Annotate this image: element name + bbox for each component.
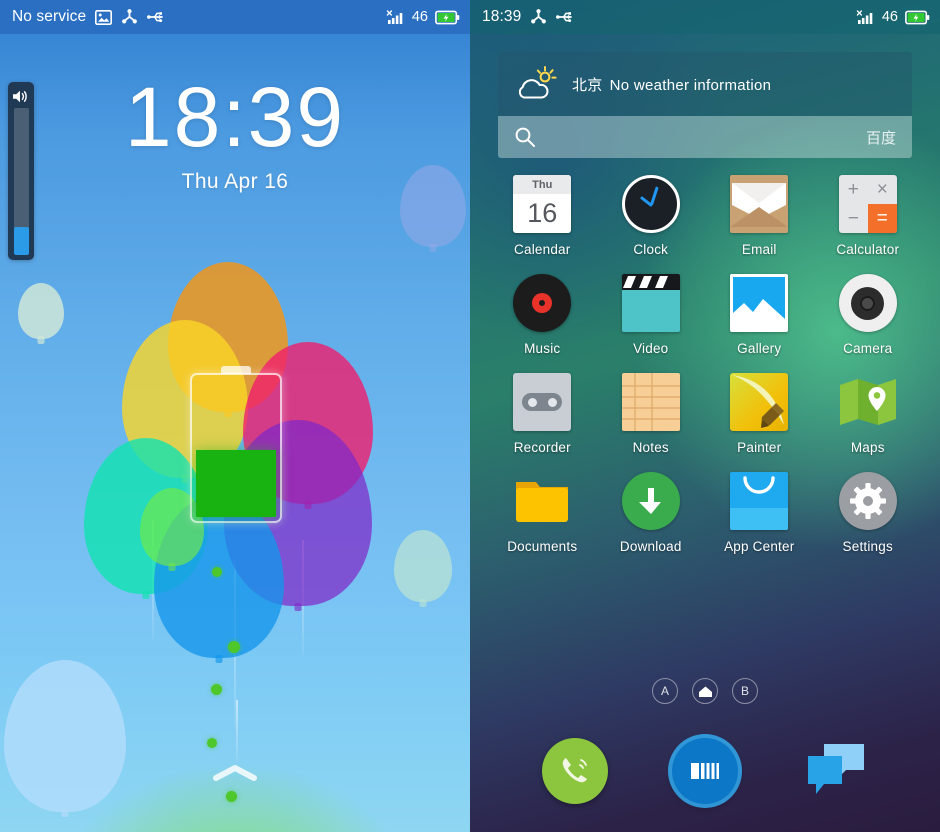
signal-no-service-icon [856,9,875,25]
app-label: Calculator [836,242,900,257]
app-download[interactable]: Download [597,472,706,554]
search-bar[interactable]: 百度 [498,116,912,158]
page-indicator-home[interactable] [692,678,718,704]
dock [470,738,940,804]
volume-track[interactable] [13,108,29,255]
volume-fill [13,227,29,255]
signal-no-service-icon [386,9,405,25]
app-label: Email [741,242,777,257]
chevron-up-icon[interactable] [212,763,258,783]
carrier-label: No service [12,8,87,25]
app-label: Download [619,539,682,554]
gallery-photo-icon [730,274,789,332]
app-documents[interactable]: Documents [488,472,597,554]
node-share-icon [121,9,138,25]
search-engine-label[interactable]: 百度 [866,127,896,148]
battery-charging-icon [905,10,930,25]
screenshot-icon [95,9,113,25]
calendar-day-number: 16 [527,198,558,228]
app-grid: Thu 16 Calendar Clock Email + × − = Calc… [488,175,922,554]
painter-pencil-icon [730,373,789,431]
weather-widget[interactable]: 北京 No weather information [498,52,912,116]
battery-percent-label: 46 [411,9,428,25]
video-clapperboard-icon [621,274,680,332]
app-label: Calendar [514,242,571,257]
dual-phone-screenshot: No service 46 18:39 Thu Apr 16 18:39 46 … [0,0,940,832]
usb-icon [556,10,575,24]
home-screen: 18:39 46 北京 No weather information 百度 Th… [470,0,940,832]
download-arrow-icon [621,472,680,530]
page-indicator-a[interactable]: A [652,678,678,704]
app-email[interactable]: Email [705,175,814,257]
calculator-key-multiply: × [876,178,888,200]
app-label: App Center [724,539,795,554]
app-calculator[interactable]: + × − = Calculator [814,175,923,257]
app-label: Maps [850,440,885,455]
search-icon [514,126,536,148]
calculator-key-minus: − [847,207,859,229]
volume-slider[interactable] [8,82,34,260]
weather-status: No weather information [609,76,772,94]
camera-icon [838,274,897,332]
calendar-day-name: Thu [513,175,572,194]
weather-city: 北京 [572,76,603,94]
folder-icon [513,472,571,530]
app-settings[interactable]: Settings [814,472,923,554]
message-bubbles-icon[interactable] [802,738,868,804]
clock-icon [621,175,680,233]
page-indicator: A B [470,678,940,704]
lock-screen: No service 46 18:39 Thu Apr 16 [0,0,470,832]
maps-pin-icon [839,373,897,431]
cloud-sun-icon [514,64,560,104]
app-label: Recorder [513,440,571,455]
app-label: Camera [843,341,893,356]
usb-icon [147,10,166,24]
home-status-bar: 18:39 46 [470,0,940,34]
app-music[interactable]: Music [488,274,597,356]
email-icon [730,175,789,233]
lock-status-bar: No service 46 [0,0,470,34]
app-camera[interactable]: Camera [814,274,923,356]
app-recorder[interactable]: Recorder [488,373,597,455]
node-share-icon [530,9,547,25]
app-label: Video [633,341,669,356]
app-notes[interactable]: Notes [597,373,706,455]
app-label: Music [524,341,561,356]
calendar-icon: Thu 16 [513,175,572,233]
status-time-label: 18:39 [482,8,522,25]
speaker-icon [12,89,30,104]
gear-icon [838,472,897,530]
app-label: Settings [842,539,893,554]
app-label: Documents [507,539,578,554]
app-label: Clock [633,242,669,257]
weather-search-widget: 北京 No weather information 百度 [498,52,912,158]
music-vinyl-icon [513,274,572,332]
app-gallery[interactable]: Gallery [705,274,814,356]
phone-icon[interactable] [542,738,608,804]
app-maps[interactable]: Maps [814,373,923,455]
app-label: Painter [737,440,782,455]
app-clock[interactable]: Clock [597,175,706,257]
battery-level-widget [190,373,282,523]
app-label: Gallery [737,341,782,356]
calculator-key-equals: = [867,204,897,233]
app-calendar[interactable]: Thu 16 Calendar [488,175,597,257]
battery-widget-fill [196,449,276,517]
page-indicator-b[interactable]: B [732,678,758,704]
shopping-bag-icon [730,472,789,530]
calculator-key-plus: + [847,178,859,200]
calculator-icon: + × − = [838,175,897,233]
app-app-center[interactable]: App Center [705,472,814,554]
app-painter[interactable]: Painter [705,373,814,455]
home-icon [698,685,713,698]
app-label: Notes [632,440,669,455]
battery-percent-label: 46 [881,9,898,25]
recorder-cassette-icon [513,373,572,431]
app-video[interactable]: Video [597,274,706,356]
battery-charging-icon [435,10,460,25]
unlock-hint[interactable] [0,763,470,788]
notes-icon [621,373,680,431]
meizu-m-icon[interactable] [672,738,738,804]
